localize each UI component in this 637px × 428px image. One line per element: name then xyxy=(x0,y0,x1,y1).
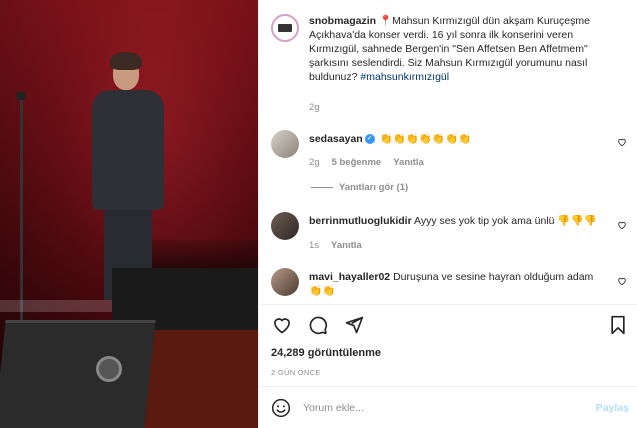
hashtag-link[interactable]: #mahsunkırmızıgül xyxy=(360,71,449,83)
view-replies-button[interactable]: Yanıtları gör (1) xyxy=(311,182,408,193)
comment-likes[interactable]: 5 beğenme xyxy=(332,157,382,168)
comment-row: mavi_hayaller02 Duruşuna ve sesine hayra… xyxy=(271,268,609,298)
comment-meta: 2g 5 beğenme Yanıtla xyxy=(309,157,424,168)
singer xyxy=(92,90,164,210)
comment-form: Paylaş xyxy=(271,396,629,420)
comment-icon[interactable] xyxy=(307,314,329,336)
pin-icon: 📍 xyxy=(379,15,393,27)
bookmark-icon[interactable] xyxy=(607,314,629,336)
reply-button[interactable]: Yanıtla xyxy=(393,157,424,168)
comment-body: 👏👏👏👏👏👏👏 xyxy=(379,133,472,145)
post-button[interactable]: Paylaş xyxy=(596,402,629,414)
stage-speaker xyxy=(0,320,156,428)
username[interactable]: mavi_hayaller02 xyxy=(309,271,390,283)
avatar[interactable] xyxy=(271,268,299,296)
avatar[interactable] xyxy=(271,212,299,240)
username[interactable]: sedasayan xyxy=(309,133,363,145)
post-date[interactable]: 2 GÜN ÖNCE xyxy=(271,368,321,377)
verified-icon: ✓ xyxy=(364,134,375,145)
replies-line xyxy=(311,187,333,188)
comment-text: mavi_hayaller02 Duruşuna ve sesine hayra… xyxy=(309,270,609,298)
comment-body: Ayyy ses yok tip yok ama ünlü 👎👎👎 xyxy=(414,215,597,227)
comment-like-icon[interactable] xyxy=(617,137,627,147)
comments-panel: snobmagazin 📍Mahsun Kırmızıgül dün akşam… xyxy=(258,0,637,428)
comment-text: sedasayan ✓ 👏👏👏👏👏👏👏 xyxy=(309,132,609,158)
post-meta: 2g xyxy=(309,102,320,113)
post-photo xyxy=(0,0,258,428)
comment-time[interactable]: 1s xyxy=(309,240,319,251)
smile-icon[interactable] xyxy=(271,398,291,418)
action-bar xyxy=(271,314,629,336)
post-caption: snobmagazin 📍Mahsun Kırmızıgül dün akşam… xyxy=(309,14,609,84)
comment-input[interactable] xyxy=(303,402,596,414)
view-replies-label: Yanıtları gör (1) xyxy=(339,182,409,193)
divider xyxy=(259,386,637,387)
divider xyxy=(259,304,637,305)
post-caption-row: snobmagazin 📍Mahsun Kırmızıgül dün akşam… xyxy=(271,14,609,84)
comment-like-icon[interactable] xyxy=(617,220,627,230)
view-count[interactable]: 24,289 görüntülenme xyxy=(271,347,381,359)
comment-meta: 1s Yanıtla xyxy=(309,240,362,251)
post-time[interactable]: 2g xyxy=(309,102,320,113)
share-icon[interactable] xyxy=(343,314,365,336)
reply-button[interactable]: Yanıtla xyxy=(331,240,362,251)
avatar[interactable] xyxy=(271,130,299,158)
avatar[interactable] xyxy=(271,14,299,42)
username[interactable]: snobmagazin xyxy=(309,15,376,27)
comment-row: sedasayan ✓ 👏👏👏👏👏👏👏 xyxy=(271,130,609,158)
heart-icon[interactable] xyxy=(271,314,293,336)
comment-row: berrinmutluoglukidir Ayyy ses yok tip yo… xyxy=(271,212,609,240)
comment-like-icon[interactable] xyxy=(617,276,627,286)
comment-text: berrinmutluoglukidir Ayyy ses yok tip yo… xyxy=(309,214,609,240)
comment-time[interactable]: 2g xyxy=(309,157,320,168)
username[interactable]: berrinmutluoglukidir xyxy=(309,215,412,227)
